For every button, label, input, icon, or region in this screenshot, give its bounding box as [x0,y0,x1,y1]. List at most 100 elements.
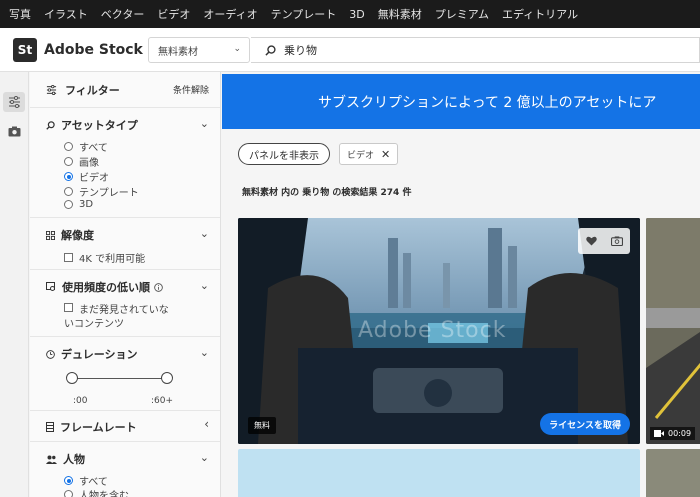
search-icon [265,44,276,56]
top-nav-item[interactable]: イラスト [44,6,88,22]
usage-header[interactable]: 使用頻度の低い順 ⌄ [46,279,209,294]
adobe-stock-logo-badge[interactable]: St [13,38,37,62]
asset-type-option-video[interactable]: ビデオ [64,169,109,184]
chip-label: ビデオ [347,150,375,161]
option-label: すべて [79,143,108,154]
radio-button[interactable] [64,157,73,166]
asset-type-option-image[interactable]: 画像 [64,154,99,169]
filter-toggle-button[interactable] [3,92,25,112]
chevron-left-icon: ‹ [204,417,209,431]
search-input[interactable] [284,43,664,57]
duration-slider-track[interactable] [72,378,168,379]
image-search-icon [46,282,55,291]
heart-icon [585,236,597,246]
checkbox[interactable] [64,253,73,262]
chevron-down-icon: ⌄ [199,227,209,240]
filter-panel: フィルター 条件解除 アセットタイプ ⌄ すべて 画像 ビデオ テンプレート 3… [30,72,221,497]
framerate-title: フレームレート [60,421,137,434]
result-card[interactable] [646,449,700,497]
option-label: 人物を含む [79,491,129,497]
duration-header[interactable]: デュレーション ⌄ [46,346,209,361]
info-icon[interactable] [154,282,163,292]
usage-title: 使用頻度の低い順 [62,281,150,294]
resolution-header[interactable]: 解像度 ⌄ [46,227,209,242]
film-icon [46,422,54,432]
top-nav-item[interactable]: プレミアム [435,6,489,22]
top-nav-item[interactable]: ビデオ [157,6,190,22]
radio-button[interactable] [64,142,73,151]
result-count: 無料素材 内の 乗り物 の検索結果 274 件 [242,188,412,198]
checkbox[interactable] [64,303,73,312]
video-thumbnail[interactable] [646,218,700,444]
option-label: まだ発見されていな [79,305,169,316]
free-badge: 無料 [248,417,276,434]
asset-type-header[interactable]: アセットタイプ ⌄ [46,117,209,132]
result-card[interactable]: 00:09 [646,218,700,444]
duration-label: 00:09 [668,429,692,438]
chevron-down-icon: ⌄ [199,279,209,292]
duration-max-label: :60+ [151,396,174,406]
framerate-header[interactable]: フレームレート ‹ [46,417,209,434]
chevron-down-icon: ⌄ [199,346,209,359]
camera-icon [8,126,20,136]
option-label: いコンテンツ [64,319,124,330]
search-icon [46,120,55,130]
top-nav-item[interactable]: 写真 [9,6,31,22]
radio-button[interactable] [64,200,73,209]
search-box[interactable] [251,37,700,63]
top-nav-item[interactable]: ベクター [101,6,145,22]
video-duration: 00:09 [650,427,696,440]
filter-panel-title: フィルター [65,83,120,97]
people-option-all[interactable]: すべて [64,473,108,488]
asset-type-option-template[interactable]: テンプレート [64,184,139,199]
people-title: 人物 [63,453,85,466]
adobe-stock-logo-text[interactable]: Adobe Stock [44,42,143,58]
people-option-include[interactable]: 人物を含む [64,487,129,497]
active-filter-chip-video[interactable]: ビデオ ✕ [339,143,399,165]
watermark: Adobe Stock [358,318,507,343]
chevron-down-icon: ⌄ [199,451,209,464]
scope-select-value: 無料素材 [158,46,198,58]
hide-panel-button[interactable]: パネルを非表示 [238,143,330,165]
option-label: すべて [79,477,108,488]
asset-type-option-all[interactable]: すべて [64,139,108,154]
camera-icon [611,236,623,246]
subscription-banner[interactable]: サブスクリプションによって 2 億以上のアセットにア [222,74,700,129]
visual-search-button[interactable] [3,121,25,141]
result-card[interactable] [238,449,640,497]
people-section: 人物 ⌄ すべて 人物を含む [30,442,220,497]
asset-type-option-3d[interactable]: 3D [64,199,93,210]
find-similar-button[interactable] [604,228,630,254]
duration-slider-max-handle[interactable] [161,372,173,384]
radio-button-selected[interactable] [64,172,73,181]
resolution-option-4k[interactable]: 4K で利用可能 [64,250,145,265]
usage-option-undiscovered[interactable]: まだ発見されていな [64,301,169,316]
top-nav-item[interactable]: エディトリアル [502,6,578,22]
top-nav-item[interactable]: 3D [349,8,364,21]
sliders-icon [46,84,57,95]
framerate-section: フレームレート ‹ [30,411,220,442]
video-camera-icon [654,430,664,437]
asset-type-title: アセットタイプ [61,119,138,132]
people-header[interactable]: 人物 ⌄ [46,451,209,466]
clear-filters-link[interactable]: 条件解除 [173,83,209,96]
duration-slider-min-handle[interactable] [66,372,78,384]
duration-min-label: :00 [73,396,88,406]
close-icon[interactable]: ✕ [381,148,390,161]
chevron-down-icon: ⌄ [199,117,209,130]
scope-select[interactable]: 無料素材 ⌄ [148,37,250,63]
result-card[interactable]: Adobe Stock 無料 ライセンスを取得 [238,218,640,444]
option-label: 4K で利用可能 [79,254,146,265]
resolution-section: 解像度 ⌄ 4K で利用可能 [30,218,220,270]
favorite-button[interactable] [578,228,604,254]
top-nav-item[interactable]: 無料素材 [378,6,422,22]
license-button[interactable]: ライセンスを取得 [540,413,630,435]
top-nav-item[interactable]: オーディオ [203,6,257,22]
radio-button[interactable] [64,490,73,497]
radio-button-selected[interactable] [64,476,73,485]
hide-panel-label: パネルを非表示 [249,150,319,162]
radio-button[interactable] [64,187,73,196]
top-nav-item[interactable]: テンプレート [271,6,337,22]
duration-section: デュレーション ⌄ :00 :60+ [30,337,220,411]
asset-type-section: アセットタイプ ⌄ すべて 画像 ビデオ テンプレート 3D [30,108,220,218]
